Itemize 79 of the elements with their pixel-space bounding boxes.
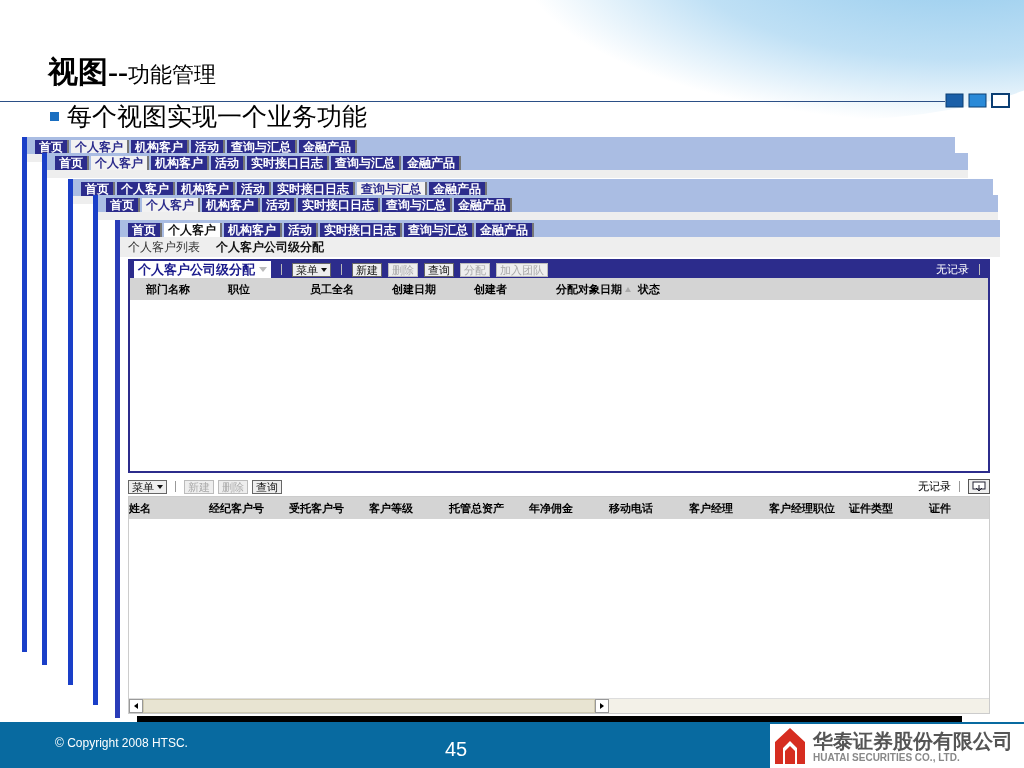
nav-tab[interactable]: 查询与汇总 xyxy=(331,156,401,170)
bullet-icon xyxy=(50,112,59,121)
menu-button[interactable]: 菜单 xyxy=(128,479,167,494)
nav-tab[interactable]: 活动 xyxy=(284,223,318,237)
column-header[interactable]: 托管总资产 xyxy=(449,500,529,516)
nav-tab[interactable]: 首页 xyxy=(55,156,89,170)
nav-tab[interactable]: 个人客户 xyxy=(91,156,149,170)
nav-tab[interactable]: 查询与汇总 xyxy=(227,140,297,154)
nav-tab[interactable]: 首页 xyxy=(128,223,162,237)
menu-button[interactable]: 菜单 xyxy=(292,262,331,277)
column-header[interactable]: 部门名称 xyxy=(146,281,228,297)
nav-tab[interactable]: 活动 xyxy=(237,182,271,196)
subnav-link[interactable]: 个人客户公司级分配 xyxy=(216,238,324,256)
nav-tab[interactable]: 首页 xyxy=(81,182,115,196)
company-name: 华泰证券股份有限公司 xyxy=(813,729,1013,752)
subnav-link[interactable]: 个人客户列表 xyxy=(128,238,200,256)
toolbar-button[interactable]: 新建 xyxy=(352,262,382,277)
nav-tab[interactable]: 机构客户 xyxy=(224,223,282,237)
column-header[interactable]: 创建日期 xyxy=(392,281,474,297)
nav-tab[interactable]: 实时接口日志 xyxy=(298,198,380,212)
nav-tab[interactable]: 个人客户 xyxy=(71,140,129,154)
record-status: 无记录 xyxy=(918,479,951,494)
column-header[interactable]: 客户经理 xyxy=(689,500,769,516)
toolbar-button[interactable]: 查询 xyxy=(424,262,454,277)
slide-title: 视图-- xyxy=(48,54,128,90)
nav-tab[interactable]: 查询与汇总 xyxy=(357,182,427,196)
nav-tab[interactable]: 机构客户 xyxy=(202,198,260,212)
nav-tab[interactable]: 个人客户 xyxy=(117,182,175,196)
column-header[interactable]: 受托客户号 xyxy=(289,500,369,516)
nav-tab[interactable]: 活动 xyxy=(191,140,225,154)
scrollbar[interactable] xyxy=(129,698,989,713)
slide-title-suffix: 功能管理 xyxy=(128,61,216,89)
column-header[interactable]: 职位 xyxy=(228,281,310,297)
nav-tab[interactable]: 实时接口日志 xyxy=(320,223,402,237)
column-header[interactable]: 员工全名 xyxy=(310,281,392,297)
page-number: 45 xyxy=(445,738,468,761)
nav-tab[interactable]: 机构客户 xyxy=(151,156,209,170)
nav-tab[interactable]: 首页 xyxy=(106,198,140,212)
view-dropdown[interactable]: 个人客户公司级分配 xyxy=(134,260,271,279)
column-header[interactable]: 移动电话 xyxy=(609,500,689,516)
nav-tab[interactable]: 查询与汇总 xyxy=(382,198,452,212)
bullet-text: 每个视图实现一个业务功能 xyxy=(67,102,367,132)
nav-tab[interactable]: 金融产品 xyxy=(299,140,357,154)
column-header[interactable]: 证件类型 xyxy=(849,500,929,516)
nav-tab[interactable]: 个人客户 xyxy=(164,223,222,237)
column-header[interactable]: 客户经理职位 xyxy=(769,500,849,516)
column-header[interactable]: 证件 xyxy=(929,500,989,516)
nav-tab[interactable]: 个人客户 xyxy=(142,198,200,212)
export-icon[interactable] xyxy=(968,479,990,494)
caret-icon xyxy=(321,267,327,272)
nav-tab[interactable]: 机构客户 xyxy=(177,182,235,196)
nav-tab[interactable]: 查询与汇总 xyxy=(404,223,474,237)
nav-tab[interactable]: 机构客户 xyxy=(131,140,189,154)
column-header[interactable]: 状态 xyxy=(638,281,720,297)
squares-icon xyxy=(945,93,1011,108)
nav-tab[interactable]: 活动 xyxy=(262,198,296,212)
record-status: 无记录 xyxy=(936,262,969,277)
nav-tab[interactable]: 金融产品 xyxy=(476,223,534,237)
scroll-left-icon[interactable] xyxy=(129,699,143,713)
nav-tab[interactable]: 金融产品 xyxy=(429,182,487,196)
logo-icon xyxy=(773,726,807,766)
caret-icon xyxy=(157,484,163,489)
company-name-english: HUATAI SECURITIES CO., LTD. xyxy=(813,751,961,763)
column-header[interactable]: 客户等级 xyxy=(369,500,449,516)
column-header[interactable]: 经纪客户号 xyxy=(209,500,289,516)
nav-tab[interactable]: 活动 xyxy=(211,156,245,170)
scroll-right-icon[interactable] xyxy=(595,699,609,713)
nav-tab[interactable]: 实时接口日志 xyxy=(247,156,329,170)
copyright-text: © Copyright 2008 HTSC. xyxy=(55,736,188,750)
nav-tab[interactable]: 首页 xyxy=(35,140,69,154)
nav-tab[interactable]: 实时接口日志 xyxy=(273,182,355,196)
column-header[interactable]: 创建者 xyxy=(474,281,556,297)
column-header[interactable]: 分配对象日期 xyxy=(556,281,638,297)
column-header[interactable]: 年净佣金 xyxy=(529,500,609,516)
toolbar-button[interactable]: 查询 xyxy=(252,479,282,494)
nav-tab[interactable]: 金融产品 xyxy=(403,156,461,170)
column-header[interactable]: 姓名 xyxy=(129,500,209,516)
nav-tab[interactable]: 金融产品 xyxy=(454,198,512,212)
caret-icon xyxy=(259,267,267,272)
